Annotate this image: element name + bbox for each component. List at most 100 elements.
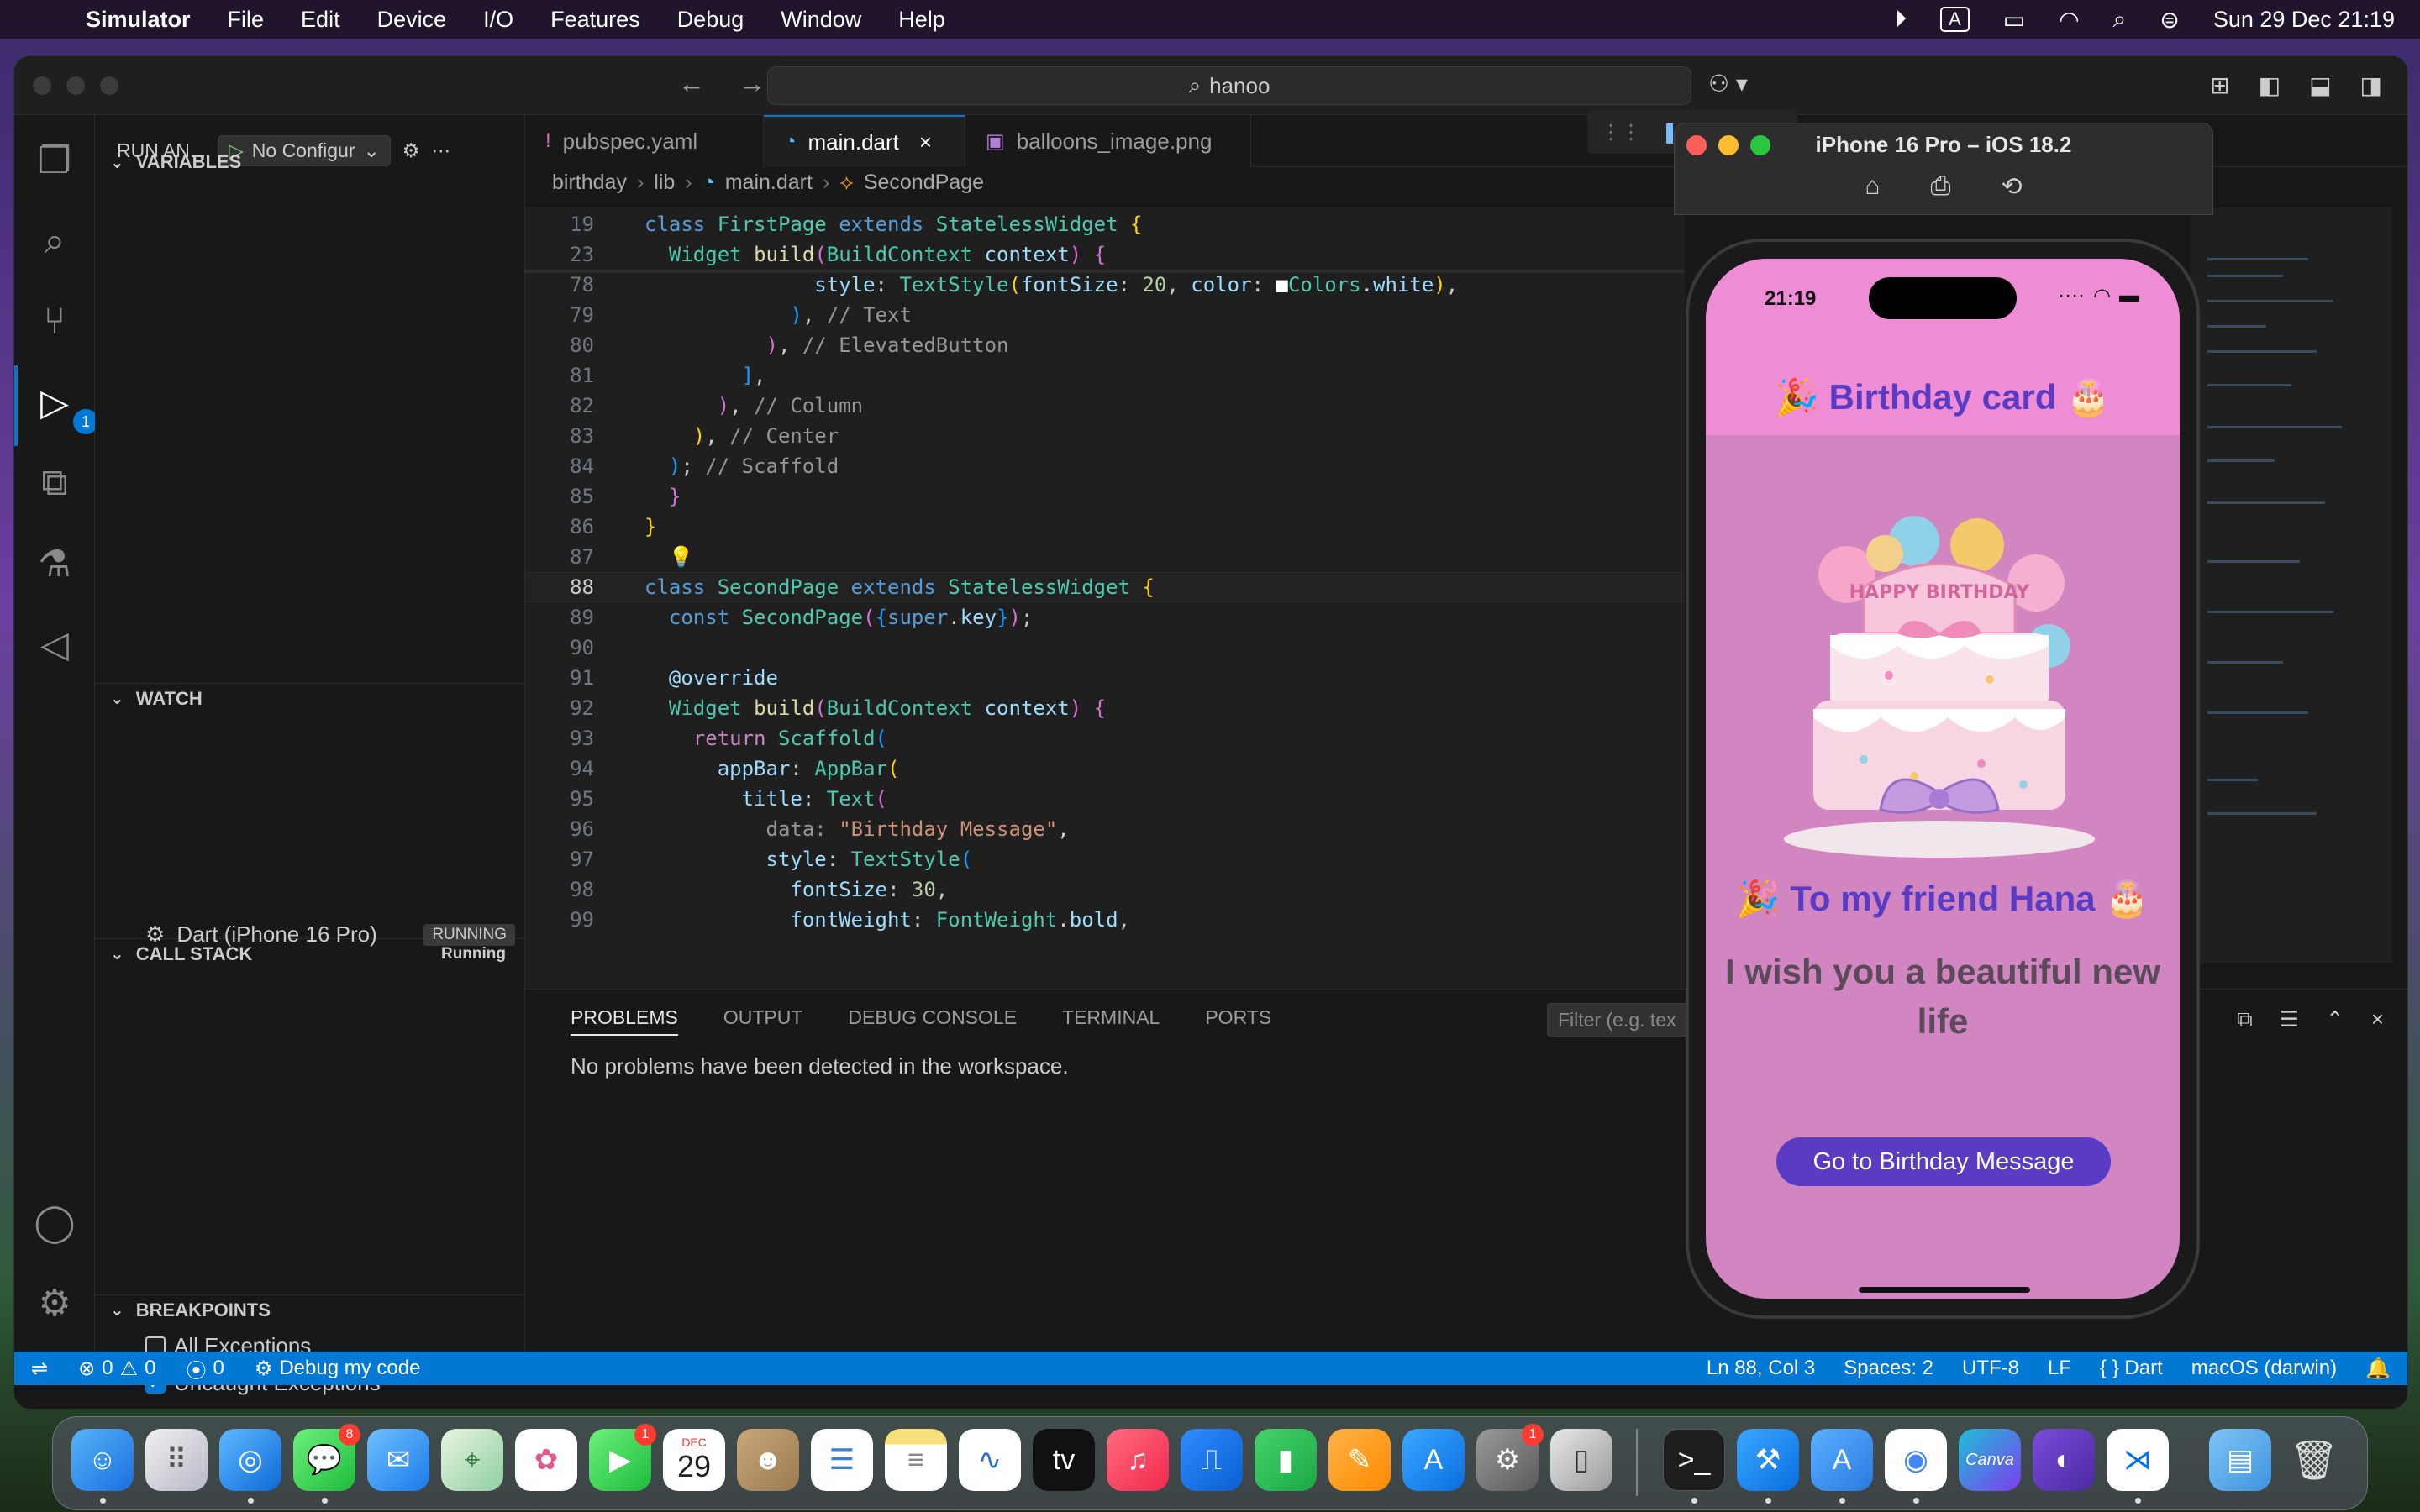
minimap[interactable] [2191, 207, 2392, 963]
breadcrumb-symbol[interactable]: SecondPage [864, 171, 984, 195]
menu-help[interactable]: Help [898, 7, 945, 33]
trash-icon[interactable]: 🗑 [2283, 1429, 2345, 1491]
breadcrumb-lib[interactable]: lib [654, 171, 675, 195]
tab-pubspec-yaml[interactable]: ! pubspec.yaml [525, 115, 764, 167]
maps-icon[interactable]: ⌖ [441, 1429, 503, 1491]
ports-status[interactable]: ⦿ 0 [186, 1354, 224, 1383]
vscode-icon[interactable]: ⋊ [2107, 1429, 2169, 1491]
canva-icon[interactable]: Canva [1959, 1429, 2021, 1491]
photos-icon[interactable]: ✿ [515, 1429, 577, 1491]
menu-edit[interactable]: Edit [301, 7, 340, 33]
notes-icon[interactable]: ≡ [885, 1429, 947, 1491]
code-editor[interactable]: 19 class FirstPage extends StatelessWidge… [525, 207, 1685, 989]
search-view-icon[interactable]: ⌕ [31, 218, 78, 265]
back-arrow-icon[interactable]: ← [678, 68, 705, 99]
debug-status[interactable]: ⚙ Debug my code [255, 1357, 421, 1381]
zoom-window-button[interactable] [100, 76, 118, 95]
menu-app-name[interactable]: Simulator [86, 7, 191, 33]
customize-layout-icon[interactable]: ⊞ [2210, 71, 2229, 99]
facetime-icon[interactable]: ▶ 1 [589, 1424, 656, 1491]
menu-file[interactable]: File [228, 7, 265, 33]
spotlight-search-icon[interactable]: ⌕ [2113, 6, 2127, 34]
close-window-button[interactable] [33, 76, 51, 95]
variables-section-header[interactable]: ⌄ VARIABLES [95, 147, 524, 177]
extensions-icon[interactable]: ⧉ [31, 459, 78, 507]
menu-debug[interactable]: Debug [677, 7, 744, 33]
simulator-icon[interactable]: A [1811, 1429, 1873, 1491]
home-icon[interactable]: ⌂ [1865, 172, 1880, 202]
menu-device[interactable]: Device [377, 7, 447, 33]
iphone-mirroring-icon[interactable]: ▯ [1550, 1429, 1612, 1491]
terminal-icon[interactable]: >_ [1663, 1429, 1725, 1491]
view-as-list-icon[interactable]: ☰ [2280, 1006, 2299, 1033]
close-tab-icon[interactable]: × [919, 129, 932, 155]
system-settings-icon[interactable]: ⚙ 1 [1476, 1424, 1544, 1491]
menu-window[interactable]: Window [781, 7, 861, 33]
drag-handle-icon[interactable]: ⋮⋮ [1601, 120, 1641, 144]
language-mode[interactable]: { } Dart [2100, 1357, 2163, 1380]
toggle-panel-icon[interactable]: ⬓ [2309, 71, 2331, 99]
cursor-position[interactable]: Ln 88, Col 3 [1707, 1357, 1815, 1380]
screenshot-camera-icon[interactable]: ⎙ [1930, 172, 1950, 202]
pages-icon[interactable]: ✎ [1328, 1429, 1391, 1491]
menu-io[interactable]: I/O [483, 7, 513, 33]
encoding[interactable]: UTF-8 [1962, 1357, 2019, 1380]
wifi-icon[interactable]: ◠ [2059, 6, 2079, 34]
command-center-search[interactable]: ⌕ hanoo [767, 66, 1691, 105]
problems-status[interactable]: ⊗ 0 ⚠ 0 [78, 1357, 155, 1381]
menu-features[interactable]: Features [550, 7, 640, 33]
calendar-icon[interactable]: DEC 29 [663, 1429, 725, 1491]
source-control-icon[interactable]: ⑂ [31, 298, 78, 345]
safari-icon[interactable]: ◎ [219, 1429, 281, 1491]
copilot-icon[interactable]: ⚇ ▾ [1708, 70, 1748, 97]
end-of-line[interactable]: LF [2048, 1357, 2071, 1380]
play-circle-icon[interactable]: ⏵ [1895, 6, 1907, 34]
collapse-all-icon[interactable]: ⧉ [2237, 1006, 2253, 1033]
control-center-icon[interactable]: ⊜ [2160, 6, 2179, 34]
remote-indicator-icon[interactable]: ⇌ [31, 1357, 48, 1381]
tab-terminal[interactable]: TERMINAL [1062, 1006, 1160, 1036]
launchpad-icon[interactable]: ⠿ [145, 1429, 208, 1491]
app-store-icon[interactable]: A [1402, 1429, 1465, 1491]
downloads-folder-icon[interactable]: ▤ [2209, 1429, 2271, 1491]
keynote-icon[interactable]: ⎍ [1181, 1429, 1243, 1491]
chrome-icon[interactable]: ◉ [1885, 1429, 1947, 1491]
apple-tv-icon[interactable]: tv [1033, 1429, 1095, 1491]
xcode-icon[interactable]: ⚒ [1737, 1429, 1799, 1491]
tab-ports[interactable]: PORTS [1205, 1006, 1271, 1036]
battery-icon[interactable]: ▭ [2003, 6, 2025, 34]
notifications-bell-icon[interactable]: 🔔 [2365, 1357, 2391, 1381]
rotate-icon[interactable]: ⟲ [2001, 172, 2022, 202]
explorer-icon[interactable]: ❐ [31, 137, 78, 184]
github-desktop-icon[interactable]: ◐ [2033, 1429, 2095, 1491]
messages-icon[interactable]: 💬 8 [293, 1424, 360, 1491]
forward-arrow-icon[interactable]: → [739, 68, 765, 99]
numbers-icon[interactable]: ▮ [1255, 1429, 1317, 1491]
breadcrumb-folder[interactable]: birthday [552, 171, 627, 195]
tab-output[interactable]: OUTPUT [723, 1006, 803, 1036]
accounts-icon[interactable]: ◯ [31, 1199, 78, 1246]
menubar-clock[interactable]: Sun 29 Dec 21:19 [2213, 7, 2395, 33]
lightbulb-icon[interactable]: 💡 [669, 545, 694, 569]
testing-icon[interactable]: ⚗ [31, 540, 78, 587]
flutter-icon[interactable]: ◁ [31, 621, 78, 668]
tab-balloons-image[interactable]: ▣ balloons_image.png [965, 115, 1251, 167]
platform[interactable]: macOS (darwin) [2191, 1357, 2337, 1380]
run-and-debug-icon[interactable]: ▷ 1 [31, 379, 98, 434]
breadcrumb-file[interactable]: main.dart [725, 171, 813, 195]
breakpoints-section-header[interactable]: ⌄ BREAKPOINTS [95, 1294, 524, 1325]
maximize-panel-icon[interactable]: ⌃ [2326, 1006, 2344, 1033]
tab-main-dart[interactable]: ◔ main.dart × [764, 115, 965, 167]
tab-problems[interactable]: PROBLEMS [571, 1006, 678, 1036]
toggle-secondary-sidebar-icon[interactable]: ◨ [2360, 71, 2382, 99]
freeform-icon[interactable]: ∿ [959, 1429, 1021, 1491]
home-indicator[interactable] [1859, 1287, 2030, 1293]
indentation[interactable]: Spaces: 2 [1844, 1357, 1933, 1380]
close-panel-icon[interactable]: × [2371, 1006, 2384, 1033]
manage-gear-icon[interactable]: ⚙ [31, 1279, 78, 1326]
tab-debug-console[interactable]: DEBUG CONSOLE [848, 1006, 1017, 1036]
finder-icon[interactable]: ☺ [71, 1429, 134, 1491]
contacts-icon[interactable]: ☻ [737, 1429, 799, 1491]
go-to-birthday-message-button[interactable]: Go to Birthday Message [1776, 1137, 2111, 1186]
input-source-icon[interactable]: A [1940, 7, 1970, 32]
